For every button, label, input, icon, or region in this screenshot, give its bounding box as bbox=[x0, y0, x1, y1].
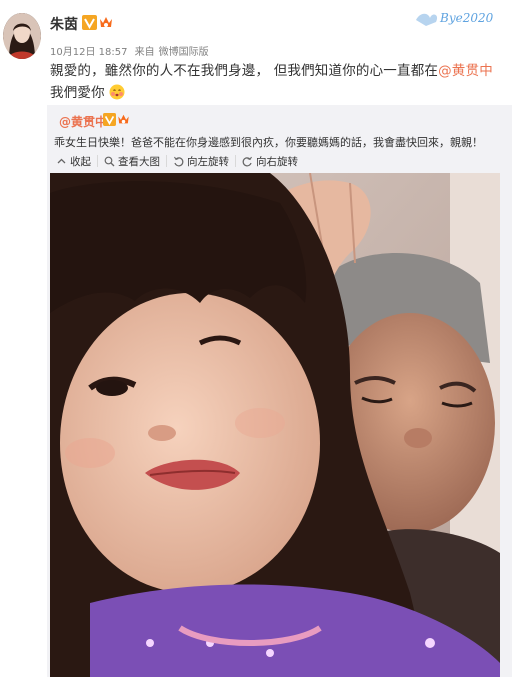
rotate-right-label: 向右旋转 bbox=[256, 155, 298, 168]
post-text-tail: 我們愛你 bbox=[50, 85, 105, 101]
svg-text:Bye2020: Bye2020 bbox=[439, 11, 494, 25]
blush-emoji-icon bbox=[109, 84, 125, 100]
post-meta: 10月12日 18:57 来自 微博国际版 bbox=[50, 43, 213, 58]
rotate-left-label: 向左旋转 bbox=[187, 155, 229, 168]
vip-crown-icon bbox=[100, 17, 112, 27]
from-label: 来自 bbox=[134, 47, 155, 58]
post-date[interactable]: 10月12日 18:57 bbox=[50, 47, 127, 58]
watermark: Bye2020 bbox=[416, 11, 494, 26]
view-large-button[interactable]: 查看大图 bbox=[98, 155, 167, 168]
view-large-label: 查看大图 bbox=[118, 155, 160, 168]
zoom-icon bbox=[104, 156, 115, 166]
post-text: 親愛的，雖然你的人不在我們身邊， 但我們知道你的心一直都在@黄贯中 我們愛你 bbox=[50, 60, 495, 104]
verified-v-icon bbox=[103, 113, 116, 126]
image-toolbar: 收起 查看大图 向左旋转 向右旋转 bbox=[50, 151, 304, 171]
post-photo[interactable] bbox=[50, 173, 500, 677]
rotate-right-icon bbox=[242, 156, 252, 166]
post-source[interactable]: 微博国际版 bbox=[159, 47, 209, 58]
post-text-body: 親愛的，雖然你的人不在我們身邊， 但我們知道你的心一直都在 bbox=[50, 63, 439, 79]
rotate-left-icon bbox=[174, 156, 184, 166]
vip-crown-icon bbox=[118, 114, 129, 124]
rotate-right-button[interactable]: 向右旋转 bbox=[236, 155, 304, 168]
collapse-button[interactable]: 收起 bbox=[50, 155, 98, 168]
rotate-left-button[interactable]: 向左旋转 bbox=[167, 155, 236, 168]
username[interactable]: 朱茵 bbox=[50, 14, 78, 34]
original-post-text: 乖女生日快樂！爸爸不能在你身邊感到很內疚，你要聽媽媽的話，我會盡快回來，親親！ bbox=[54, 136, 483, 149]
user-avatar[interactable] bbox=[3, 13, 41, 59]
collapse-icon bbox=[57, 158, 66, 163]
collapse-label: 收起 bbox=[70, 155, 91, 168]
mention-link[interactable]: @黄贯中 bbox=[438, 63, 493, 79]
repost-block: @黄贯中 乖女生日快樂！爸爸不能在你身邊感到很內疚，你要聽媽媽的話，我會盡快回來… bbox=[47, 105, 512, 677]
weibo-post: 朱茵 Bye2020 10月12日 18:57 来自 微博国际版 親愛的，雖然你的… bbox=[0, 0, 512, 677]
verified-v-icon bbox=[82, 15, 97, 30]
original-author-link[interactable]: @黄贯中 bbox=[59, 113, 107, 130]
